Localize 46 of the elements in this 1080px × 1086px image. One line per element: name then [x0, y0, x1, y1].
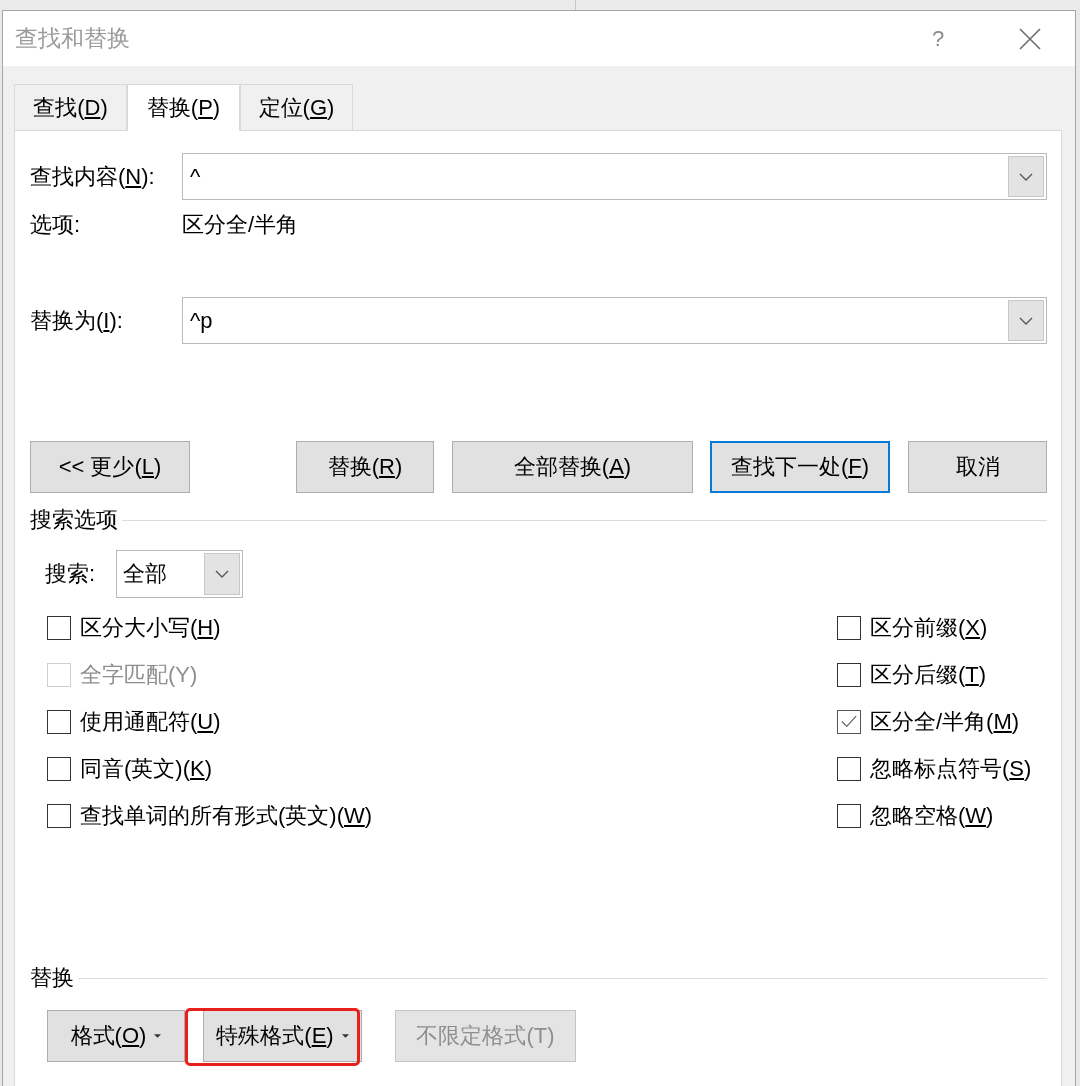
- checkbox[interactable]: [837, 615, 861, 640]
- find-label: 查找内容(N):: [30, 162, 156, 191]
- checkbox-label[interactable]: 忽略空格(W): [870, 800, 994, 831]
- checkbox-label[interactable]: 同音(英文)(K): [80, 753, 212, 784]
- close-icon: [1019, 27, 1041, 50]
- chevron-down-icon: [215, 570, 229, 578]
- dialog-button[interactable]: 查找下一处(F): [710, 441, 890, 493]
- find-field[interactable]: ^: [182, 153, 1047, 200]
- group-title: 搜索选项: [30, 506, 118, 534]
- check-icon: [841, 715, 857, 728]
- format-button[interactable]: 格式(O): [47, 1010, 185, 1062]
- checkbox-label[interactable]: 使用通配符(U): [80, 706, 221, 737]
- checkbox[interactable]: [47, 615, 71, 640]
- options-value: 区分全/半角: [182, 211, 299, 239]
- checkbox[interactable]: [837, 709, 861, 734]
- replace-field[interactable]: ^p: [182, 297, 1047, 344]
- tab[interactable]: 查找(D): [14, 84, 127, 130]
- checkbox[interactable]: [837, 803, 861, 828]
- checkbox-label[interactable]: 区分大小写(H): [80, 612, 221, 643]
- caret-icon: [154, 1034, 162, 1038]
- group-title: 替换: [30, 964, 74, 992]
- search-dropdown[interactable]: 全部: [116, 550, 243, 598]
- checkbox[interactable]: [837, 662, 861, 687]
- window-title: 查找和替换: [15, 24, 130, 53]
- checkbox-label[interactable]: 区分全/半角(M): [870, 706, 1020, 737]
- checkbox[interactable]: [47, 756, 71, 781]
- caret-icon: [341, 1034, 349, 1038]
- checkbox-label[interactable]: 忽略标点符号(S): [870, 753, 1032, 784]
- dialog-button[interactable]: << 更少(L): [30, 441, 190, 493]
- checkbox[interactable]: [837, 756, 861, 781]
- options-label: 选项:: [30, 211, 82, 239]
- dialog-button[interactable]: 全部替换(A): [452, 441, 693, 493]
- dialog-button[interactable]: 取消: [908, 441, 1047, 493]
- checkbox-label[interactable]: 区分后缀(T): [870, 659, 987, 690]
- search-label: 搜索:: [45, 560, 97, 588]
- checkbox[interactable]: [47, 709, 71, 734]
- chevron-down-icon: [1019, 172, 1033, 181]
- dialog-button[interactable]: 替换(R): [296, 441, 434, 493]
- replace-label: 替换为(I):: [30, 306, 124, 335]
- tab[interactable]: 定位(G): [240, 84, 353, 130]
- checkbox[interactable]: [47, 803, 71, 828]
- chevron-down-icon: [1019, 316, 1033, 325]
- checkbox-label[interactable]: 区分前缀(X): [870, 612, 988, 643]
- tab[interactable]: 替换(P): [127, 84, 240, 131]
- format-button[interactable]: 特殊格式(E): [203, 1010, 362, 1062]
- checkbox-label[interactable]: 查找单词的所有形式(英文)(W): [80, 800, 373, 831]
